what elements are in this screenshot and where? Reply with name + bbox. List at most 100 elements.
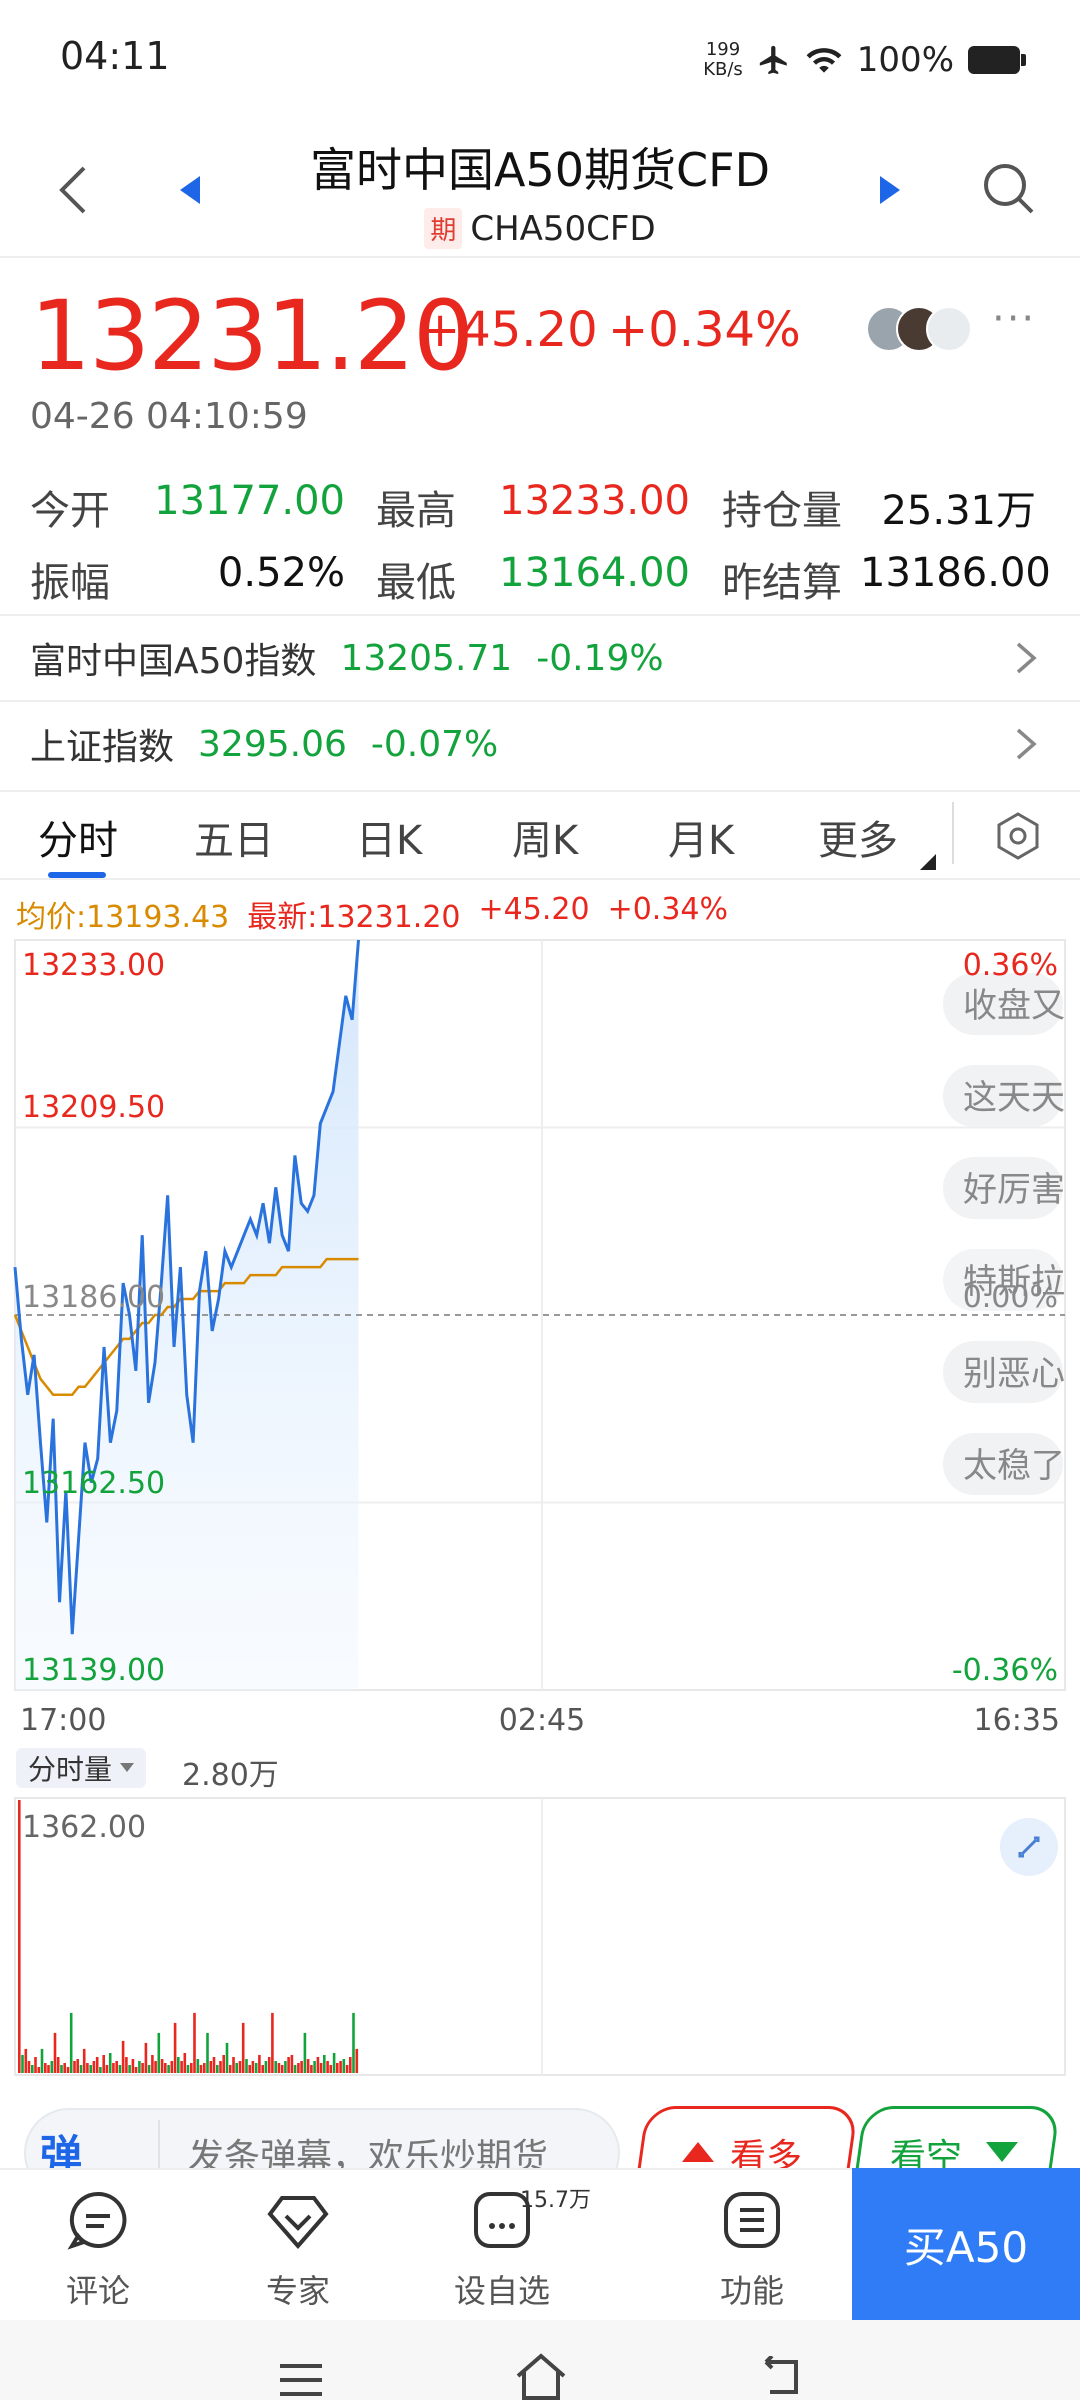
volume-bar — [254, 2063, 258, 2073]
watch-count-badge: 15.7万 — [520, 2188, 591, 2213]
page-title: 富时中国A50期货CFD — [310, 143, 770, 197]
expert-button[interactable]: 专家 — [228, 2180, 368, 2312]
index-change: -0.19% — [536, 637, 664, 679]
stat-label-open-interest: 持仓量 — [722, 488, 842, 534]
tab-intraday[interactable]: 分时 — [38, 808, 118, 866]
expand-chart-button[interactable] — [1000, 1818, 1058, 1876]
home-icon[interactable] — [512, 2350, 570, 2400]
tab-divider — [952, 802, 954, 864]
volume-chart[interactable]: 1362.00 — [0, 1795, 1080, 2080]
index-name: 上证指数 — [30, 727, 175, 768]
comment-label: 评论 — [65, 2272, 130, 2310]
period-tabs: 分时 五日 日K 周K 月K 更多 — [0, 790, 1080, 880]
volume-bar — [27, 2061, 31, 2073]
volume-bar — [144, 2042, 148, 2073]
volume-bar — [102, 2055, 105, 2073]
volume-bar — [160, 2059, 164, 2073]
index-row-a50[interactable]: 富时中国A50指数 13205.71 -0.19% — [0, 614, 1080, 700]
volume-bar — [219, 2061, 222, 2073]
recent-apps-icon[interactable] — [276, 2360, 326, 2400]
volume-bar — [297, 2063, 300, 2073]
tab-monthly-k[interactable]: 月K — [668, 808, 734, 866]
function-label: 功能 — [719, 2272, 784, 2310]
stat-label-prev-settle: 昨结算 — [722, 560, 842, 606]
volume-bar — [316, 2057, 320, 2073]
intraday-chart[interactable]: 13233.00 13209.50 13186.00 13162.50 1313… — [0, 935, 1080, 1735]
volume-bar — [60, 2065, 63, 2073]
volume-bar — [95, 2057, 99, 2073]
volume-type-selector[interactable]: 分时量 — [16, 1748, 147, 1788]
prev-symbol-button[interactable] — [170, 170, 210, 210]
index-row-shanghai[interactable]: 上证指数 3295.06 -0.07% — [0, 700, 1080, 786]
comment-button[interactable]: 评论 — [28, 2180, 168, 2312]
volume-bar — [235, 2063, 238, 2073]
search-icon[interactable] — [978, 158, 1038, 218]
buy-button[interactable]: 买A50 — [852, 2168, 1080, 2320]
tab-five-day[interactable]: 五日 — [194, 808, 274, 866]
header: 富时中国A50期货CFD 期 CHA50CFD — [0, 120, 1080, 258]
volume-bar — [177, 2057, 180, 2073]
volume-bar — [193, 2012, 196, 2073]
futures-badge: 期 — [424, 208, 463, 249]
volume-bar — [147, 2065, 151, 2073]
volume-bar — [53, 2032, 57, 2073]
volume-bar — [50, 2061, 54, 2073]
volume-type-label: 分时量 — [28, 1753, 113, 1786]
y-tick-label: 13233.00 — [22, 948, 165, 983]
volume-bar — [56, 2057, 60, 2073]
quote-timestamp: 04-26 04:10:59 — [30, 396, 308, 437]
volume-bar — [355, 2048, 359, 2073]
status-indicators: 199 KB/s 100% — [703, 30, 1026, 90]
x-tick-label: 02:45 — [499, 1703, 585, 1735]
danmaku-item: 好厉害 — [963, 1170, 1065, 1210]
watcher-avatars[interactable] — [866, 306, 976, 354]
wifi-icon — [806, 48, 842, 73]
volume-bar — [287, 2057, 290, 2073]
volume-bar — [206, 2032, 209, 2073]
volume-bar — [225, 2042, 229, 2073]
more-menu-button[interactable]: ··· — [992, 296, 1036, 342]
arrow-down-icon — [986, 2142, 1018, 2162]
volume-bar — [248, 2065, 251, 2073]
index-name: 富时中国A50指数 — [30, 641, 317, 682]
latest-price-label: 最新:13231.20 — [247, 900, 461, 935]
tab-daily-k[interactable]: 日K — [356, 808, 422, 866]
y-tick-label: 13162.50 — [22, 1466, 165, 1501]
volume-max-label: 1362.00 — [22, 1810, 146, 1845]
volume-bar — [118, 2065, 122, 2073]
volume-bar — [290, 2055, 294, 2073]
y-tick-label: 13139.00 — [22, 1653, 165, 1688]
back-nav-icon[interactable] — [756, 2356, 806, 2400]
volume-bar — [277, 2063, 281, 2073]
volume-bar — [167, 2065, 170, 2073]
volume-bar — [112, 2063, 115, 2073]
volume-bar — [329, 2065, 333, 2073]
volume-bar — [183, 2053, 187, 2073]
stat-label-open: 今开 — [30, 488, 110, 534]
next-symbol-button[interactable] — [870, 170, 910, 210]
pct-tick-label: 0.36% — [963, 948, 1058, 983]
volume-bar — [190, 2063, 193, 2073]
volume-bar — [89, 2065, 92, 2073]
volume-bar — [222, 2055, 225, 2073]
battery-icon — [968, 46, 1026, 74]
stat-value-open-interest: 25.31万 — [881, 488, 1036, 534]
volume-bar — [92, 2061, 96, 2073]
volume-bar — [108, 2053, 112, 2073]
danmaku-stream: 收盘又 这天天 好厉害 特斯拉 别恶心 太稳了 — [943, 973, 1065, 1495]
settings-icon[interactable] — [992, 810, 1044, 862]
y-tick-label: 13209.50 — [22, 1090, 165, 1125]
volume-bar — [24, 2048, 28, 2073]
volume-bar — [138, 2061, 141, 2073]
volume-bar — [31, 2065, 34, 2073]
function-button[interactable]: 功能 — [682, 2180, 822, 2312]
pct-tick-label: 0.00% — [963, 1280, 1058, 1315]
tab-more[interactable]: 更多 — [818, 808, 898, 866]
stat-value-high: 13233.00 — [499, 478, 690, 524]
volume-bar — [170, 2061, 174, 2073]
volume-bar — [345, 2065, 349, 2073]
back-button[interactable] — [48, 160, 98, 220]
volume-bar — [63, 2063, 66, 2073]
tab-weekly-k[interactable]: 周K — [512, 808, 578, 866]
symbol-subtitle: 期 CHA50CFD — [240, 208, 840, 249]
